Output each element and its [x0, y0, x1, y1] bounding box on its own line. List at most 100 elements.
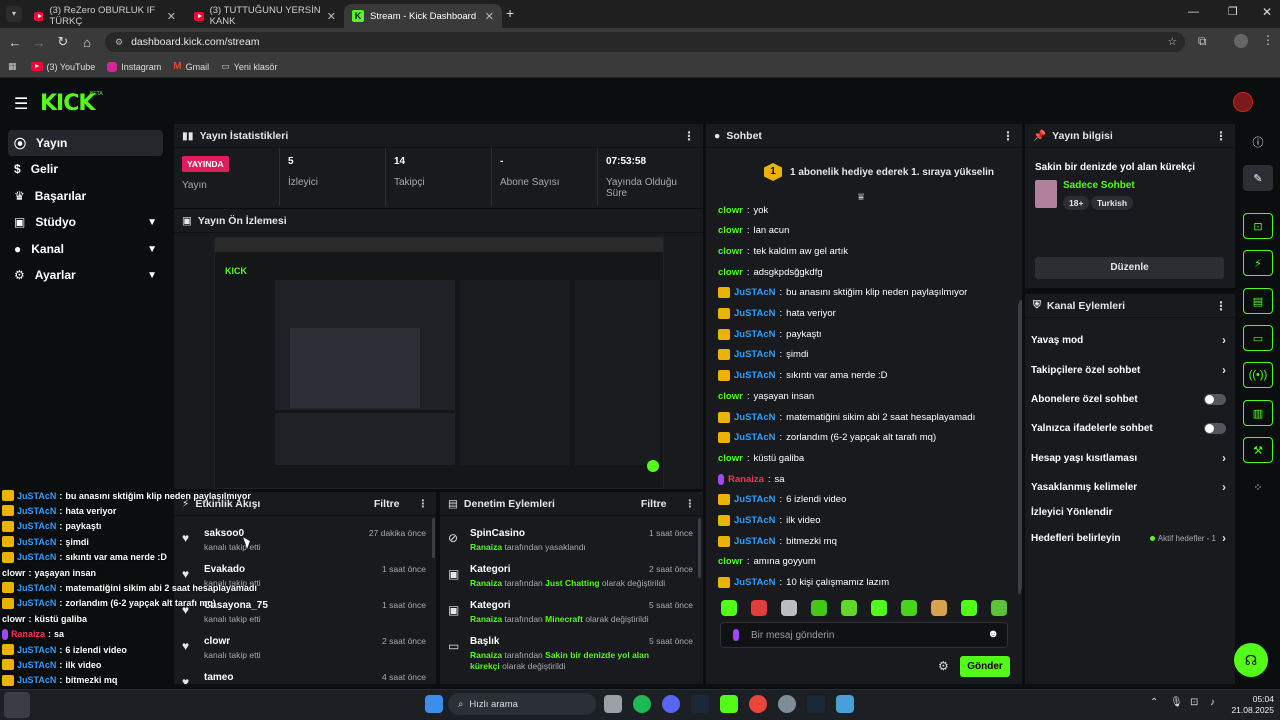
chat-username[interactable]: JuSTAcN [734, 515, 776, 526]
tab-3-active[interactable]: K Stream - Kick Dashboard ✕ [344, 4, 502, 28]
broadcast-icon[interactable]: ((•)) [1243, 362, 1273, 388]
page-scrollbar[interactable] [1019, 300, 1022, 590]
apps-icon[interactable]: ▦ [8, 61, 17, 72]
user-avatar[interactable] [1233, 92, 1253, 112]
chat-username[interactable]: JuSTAcN [734, 577, 776, 588]
send-button[interactable]: Gönder [960, 656, 1010, 677]
sidebar-item-gelir[interactable]: $ Gelir [8, 156, 163, 182]
network-icon[interactable]: ⊡ [1190, 697, 1198, 708]
profile-avatar[interactable] [1234, 34, 1248, 48]
moderator-name[interactable]: Ranaiza [470, 542, 502, 552]
action-emotes-only[interactable]: Yalnızca ifadelerle sohbet [1031, 418, 1226, 438]
new-tab-icon[interactable]: + [506, 5, 514, 21]
document-icon[interactable]: ▤ [1243, 288, 1273, 314]
bookmark-folder[interactable]: ▭ Yeni klasör [221, 61, 277, 72]
chat-username[interactable]: clowr [718, 225, 743, 236]
steam-icon[interactable] [691, 695, 709, 713]
close-window-icon[interactable]: ✕ [1262, 5, 1272, 19]
chat-username[interactable]: clowr [718, 267, 743, 278]
edit-pen-icon[interactable]: ✎ [1243, 165, 1273, 191]
bookmark-gmail[interactable]: M Gmail [173, 61, 209, 72]
sidebar-item-studyo[interactable]: ▣ Stüdyo ▼ [8, 209, 163, 235]
info-icon[interactable]: ⓘ [1243, 129, 1273, 155]
steam-icon-2[interactable] [807, 695, 825, 713]
moderator-name[interactable]: Ranaiza [470, 578, 502, 588]
emote-icon[interactable] [991, 600, 1007, 616]
back-icon[interactable]: ← [3, 35, 27, 50]
chat-username[interactable]: Ranaiza [728, 474, 764, 485]
taskbar-search[interactable]: ⌕ Hızlı arama [448, 693, 596, 715]
obs-icon[interactable] [778, 695, 796, 713]
chat-username[interactable]: clowr [718, 246, 743, 257]
moderator-name[interactable]: Ranaiza [470, 650, 502, 660]
kick-app-icon[interactable] [720, 695, 738, 713]
kick-logo[interactable]: KICK [40, 91, 95, 116]
more-options-icon[interactable]: ⋮ [418, 498, 429, 510]
home-icon[interactable]: ⌂ [75, 35, 99, 50]
activity-user[interactable]: clowr [204, 636, 230, 647]
chrome-icon[interactable] [749, 695, 767, 713]
widgets-icon[interactable] [4, 692, 30, 718]
tab-list-button[interactable]: ▾ [6, 6, 22, 22]
bookmark-star-icon[interactable]: ☆ [1168, 36, 1177, 48]
action-account-age[interactable]: Hesap yaşı kısıtlaması › [1031, 448, 1226, 468]
url-field[interactable]: ⚙ dashboard.kick.com/stream ☆ [105, 32, 1185, 52]
chat-username[interactable]: JuSTAcN [734, 370, 776, 381]
close-tab-icon[interactable]: ✕ [327, 10, 336, 23]
maximize-icon[interactable]: ❐ [1228, 5, 1238, 18]
chat-settings-icon[interactable]: ⚙ [938, 659, 949, 673]
reload-icon[interactable]: ↻ [51, 34, 75, 50]
camera-icon[interactable]: ⊡ [1243, 213, 1273, 239]
chat-username[interactable]: JuSTAcN [734, 412, 776, 423]
activity-user[interactable]: tameo [204, 672, 233, 683]
bookmark-youtube[interactable]: (3) YouTube [30, 62, 95, 72]
action-host[interactable]: İzleyici Yönlendir [1031, 502, 1226, 522]
hamburger-menu-icon[interactable]: ☰ [14, 94, 28, 114]
task-view-icon[interactable] [604, 695, 622, 713]
chat-input[interactable]: Bir mesaj gönderin ☻ [720, 622, 1008, 648]
site-info-icon[interactable]: ⚙ [115, 37, 123, 48]
tab-1[interactable]: (3) ReZero OBURLUK IF TÜRKÇ ✕ [26, 4, 184, 28]
emote-icon[interactable] [871, 600, 887, 616]
chat-username[interactable]: JuSTAcN [734, 494, 776, 505]
activity-user[interactable]: saksoo0 [204, 528, 244, 539]
more-options-icon[interactable]: ⋮ [683, 129, 695, 143]
emote-icon[interactable] [961, 600, 977, 616]
action-slow-mode[interactable]: Yavaş mod › [1031, 330, 1226, 350]
chat-username[interactable]: clowr [718, 205, 743, 216]
filter-button[interactable]: Filtre [641, 498, 667, 510]
bolt-icon[interactable]: ⚡ [1243, 250, 1273, 276]
edit-button[interactable]: Düzenle [1035, 257, 1224, 279]
app-icon[interactable] [836, 695, 854, 713]
action-goals[interactable]: Hedefleri belirleyin Aktif hedefler - 1 … [1031, 528, 1226, 548]
moderator-name[interactable]: Ranaiza [470, 614, 502, 624]
category-name[interactable]: Sadece Sohbet [1063, 180, 1135, 191]
chat-username[interactable]: clowr [718, 453, 743, 464]
action-followers-only[interactable]: Takipçilere özel sohbet › [1031, 360, 1226, 380]
scrollbar[interactable] [698, 518, 701, 578]
sidebar-item-yayin[interactable]: ⦿ Yayın [8, 130, 163, 156]
scrollbar[interactable] [432, 518, 435, 558]
more-options-icon[interactable]: ⋮ [685, 498, 696, 510]
clock[interactable]: 05:04 21.08.2025 [1222, 694, 1274, 716]
emote-icon[interactable] [901, 600, 917, 616]
bookmark-instagram[interactable]: Instagram [107, 61, 161, 72]
emote-icon[interactable] [931, 600, 947, 616]
extensions-icon[interactable]: ⧉ [1198, 34, 1207, 49]
close-tab-icon[interactable]: ✕ [485, 10, 494, 23]
expand-icon[interactable]: ⩸ [858, 192, 864, 203]
filter-button[interactable]: Filtre [374, 498, 400, 510]
layout-icon[interactable]: ▥ [1243, 400, 1273, 426]
more-options-icon[interactable]: ⋮ [1215, 129, 1227, 143]
emote-icon[interactable] [751, 600, 767, 616]
action-subscribers-only[interactable]: Abonelere özel sohbet [1031, 389, 1226, 409]
more-tools-icon[interactable]: ⁘ [1243, 474, 1273, 500]
minimize-icon[interactable]: — [1188, 6, 1199, 18]
emote-icon[interactable] [781, 600, 797, 616]
windows-start-icon[interactable] [425, 695, 443, 713]
spotify-icon[interactable] [633, 695, 651, 713]
emote-icon[interactable] [811, 600, 827, 616]
action-banned-words[interactable]: Yasaklanmış kelimeler › [1031, 477, 1226, 497]
pinned-goal-banner[interactable]: 1 1 abonelik hediye ederek 1. sıraya yük… [706, 154, 1022, 190]
preview-video[interactable]: KICK [214, 237, 664, 489]
